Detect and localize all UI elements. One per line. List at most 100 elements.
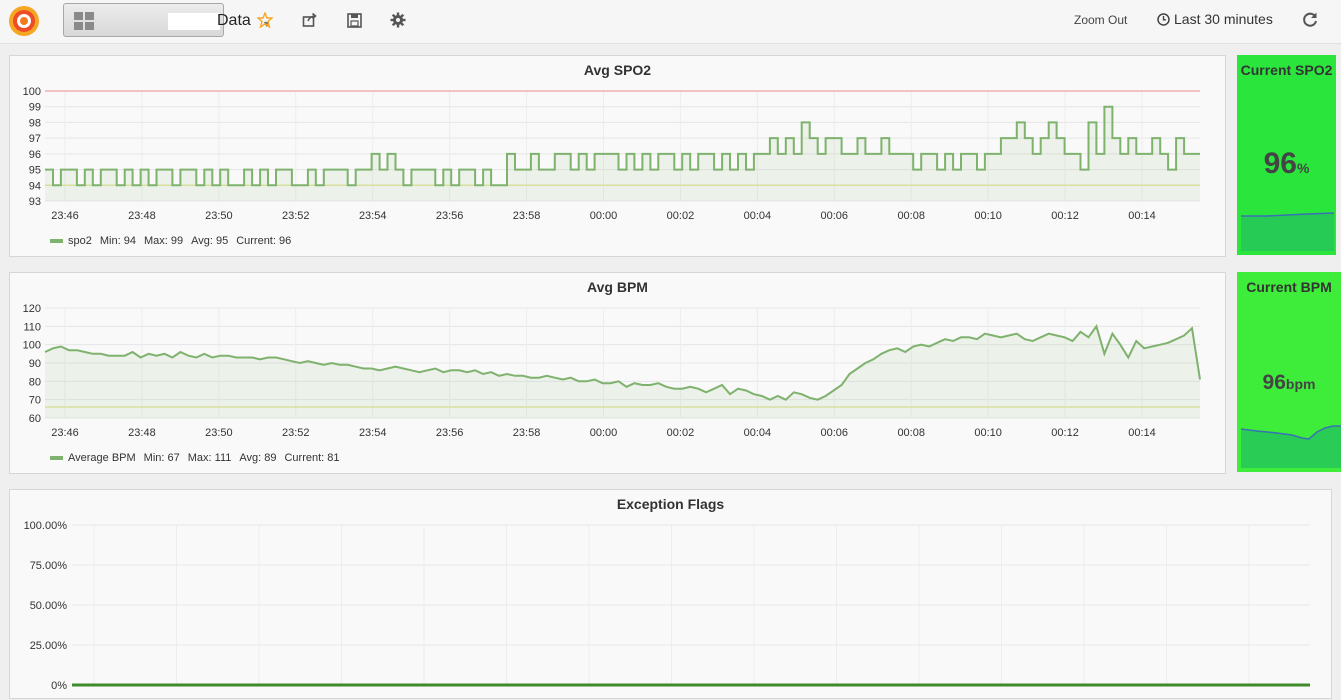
legend-min: Min: 94 bbox=[99, 235, 136, 247]
x-tick-label: 00:08 bbox=[897, 210, 925, 222]
x-tick-label: 00:14 bbox=[1128, 427, 1156, 439]
x-tick-label: 00:10 bbox=[974, 210, 1002, 222]
legend-swatch bbox=[50, 239, 63, 243]
y-tick-label: 99 bbox=[29, 102, 41, 114]
x-tick-label: 23:54 bbox=[359, 210, 387, 222]
x-tick-label: 23:52 bbox=[282, 427, 310, 439]
y-tick-label: 96 bbox=[29, 149, 41, 161]
legend-series-name[interactable]: spo2 bbox=[68, 235, 92, 247]
y-tick-label: 100 bbox=[23, 86, 41, 98]
stat-unit: bpm bbox=[1285, 376, 1316, 392]
y-tick-label: 25.00% bbox=[30, 640, 68, 652]
stat-value: 96% bbox=[1237, 147, 1336, 181]
dashboard-picker[interactable]: Data ▼ bbox=[63, 3, 271, 37]
legend-max: Max: 111 bbox=[187, 452, 232, 464]
y-tick-label: 80 bbox=[29, 376, 41, 388]
x-tick-label: 23:46 bbox=[51, 427, 79, 439]
y-tick-label: 75.00% bbox=[30, 560, 68, 572]
x-tick-label: 23:54 bbox=[359, 427, 387, 439]
redacted-block bbox=[168, 13, 220, 30]
x-tick-label: 23:46 bbox=[51, 210, 79, 222]
y-tick-label: 100.00% bbox=[24, 520, 68, 532]
save-button[interactable] bbox=[344, 10, 364, 30]
y-tick-label: 90 bbox=[29, 358, 41, 370]
stat-number: 96 bbox=[1263, 147, 1297, 180]
grafana-logo-icon[interactable] bbox=[7, 4, 41, 38]
y-tick-label: 0% bbox=[51, 680, 67, 692]
spo2-sparkline bbox=[1241, 212, 1335, 251]
x-tick-label: 00:02 bbox=[667, 210, 695, 222]
zoom-out-button[interactable]: Zoom Out bbox=[1074, 13, 1127, 27]
star-icon bbox=[257, 12, 273, 28]
y-tick-label: 50.00% bbox=[30, 600, 68, 612]
x-tick-label: 00:00 bbox=[590, 427, 618, 439]
x-tick-label: 00:06 bbox=[821, 427, 849, 439]
y-tick-label: 70 bbox=[29, 395, 41, 407]
stat-value: 96bpm bbox=[1237, 371, 1341, 395]
y-tick-label: 95 bbox=[29, 165, 41, 177]
save-icon bbox=[346, 12, 362, 28]
x-tick-label: 00:10 bbox=[974, 427, 1002, 439]
bpm-chart: 60 70 80 90 100 110 120 23:46 23:48 23:50 23:52 23:… bbox=[23, 303, 1201, 439]
legend-avg: Avg: 95 bbox=[191, 235, 229, 247]
x-tick-label: 23:48 bbox=[128, 427, 156, 439]
y-tick-label: 98 bbox=[29, 117, 41, 129]
dashboard-grid-icon bbox=[74, 12, 94, 30]
share-button[interactable] bbox=[300, 10, 320, 30]
share-icon bbox=[302, 12, 317, 27]
x-tick-label: 00:14 bbox=[1128, 210, 1156, 222]
current-spo2-stat: Current SPO2 96% bbox=[1237, 55, 1336, 255]
y-tick-label: 97 bbox=[29, 133, 41, 145]
legend-series-name[interactable]: Average BPM bbox=[68, 452, 136, 464]
y-tick-label: 110 bbox=[23, 321, 41, 333]
bpm-sparkline bbox=[1240, 425, 1341, 468]
legend-max: Max: 99 bbox=[143, 235, 184, 247]
legend-min: Min: 67 bbox=[143, 452, 180, 464]
x-tick-label: 00:08 bbox=[897, 427, 925, 439]
legend-swatch bbox=[50, 456, 63, 460]
x-tick-label: 00:04 bbox=[744, 427, 772, 439]
gear-icon bbox=[390, 12, 406, 28]
x-tick-label: 00:12 bbox=[1051, 427, 1079, 439]
top-navbar: Data ▼ Zoom Out Last 30 minutes bbox=[0, 0, 1341, 44]
x-tick-label: 23:58 bbox=[513, 427, 541, 439]
x-tick-label: 00:12 bbox=[1051, 210, 1079, 222]
current-bpm-stat: Current BPM 96bpm bbox=[1237, 272, 1341, 472]
refresh-icon[interactable] bbox=[1301, 11, 1319, 29]
x-tick-label: 23:56 bbox=[436, 210, 464, 222]
x-tick-label: 00:06 bbox=[821, 210, 849, 222]
y-tick-label: 100 bbox=[23, 340, 41, 352]
spo2-legend: spo2 Min: 94 Max: 99 Avg: 95 Current: 96 bbox=[50, 235, 294, 247]
stat-title[interactable]: Current BPM bbox=[1237, 279, 1341, 295]
bpm-graph-panel: Avg BPM 60 70 80 90 100 110 120 23:46 23:48 23:50… bbox=[9, 272, 1226, 474]
stat-title[interactable]: Current SPO2 bbox=[1237, 62, 1336, 78]
bpm-legend: Average BPM Min: 67 Max: 111 Avg: 89 Cur… bbox=[50, 452, 343, 464]
spo2-chart: 93 94 95 96 97 98 99 100 23:46 23:48 23:50 23:52 23:… bbox=[23, 86, 1200, 222]
x-tick-label: 00:02 bbox=[667, 427, 695, 439]
dashboard-title: Data bbox=[217, 12, 251, 29]
star-button[interactable] bbox=[255, 10, 275, 30]
stat-unit: % bbox=[1296, 160, 1310, 176]
legend-current: Current: 81 bbox=[284, 452, 340, 464]
exception-flags-panel: Exception Flags 100.00% 75.00% 50.00% 25.00… bbox=[9, 489, 1332, 699]
x-tick-label: 23:50 bbox=[205, 427, 233, 439]
time-range-picker[interactable]: Last 30 minutes bbox=[1157, 11, 1273, 27]
time-range-label: Last 30 minutes bbox=[1174, 11, 1273, 27]
x-tick-label: 23:56 bbox=[436, 427, 464, 439]
x-tick-label: 23:50 bbox=[205, 210, 233, 222]
y-tick-label: 94 bbox=[29, 180, 41, 192]
stat-number: 96 bbox=[1262, 371, 1286, 394]
legend-avg: Avg: 89 bbox=[239, 452, 277, 464]
y-tick-label: 120 bbox=[23, 303, 41, 315]
spo2-graph-panel: Avg SPO2 93 94 95 96 97 98 99 100 23:46 23:48 23:5… bbox=[9, 55, 1226, 257]
x-tick-label: 00:00 bbox=[590, 210, 618, 222]
exception-flags-chart: 100.00% 75.00% 50.00% 25.00% 0% bbox=[24, 520, 1310, 692]
y-tick-label: 93 bbox=[29, 196, 41, 208]
y-tick-label: 60 bbox=[29, 413, 41, 425]
x-tick-label: 00:04 bbox=[744, 210, 772, 222]
clock-icon bbox=[1157, 12, 1170, 26]
x-tick-label: 23:58 bbox=[513, 210, 541, 222]
legend-current: Current: 96 bbox=[236, 235, 292, 247]
x-tick-label: 23:52 bbox=[282, 210, 310, 222]
settings-button[interactable] bbox=[388, 10, 408, 30]
